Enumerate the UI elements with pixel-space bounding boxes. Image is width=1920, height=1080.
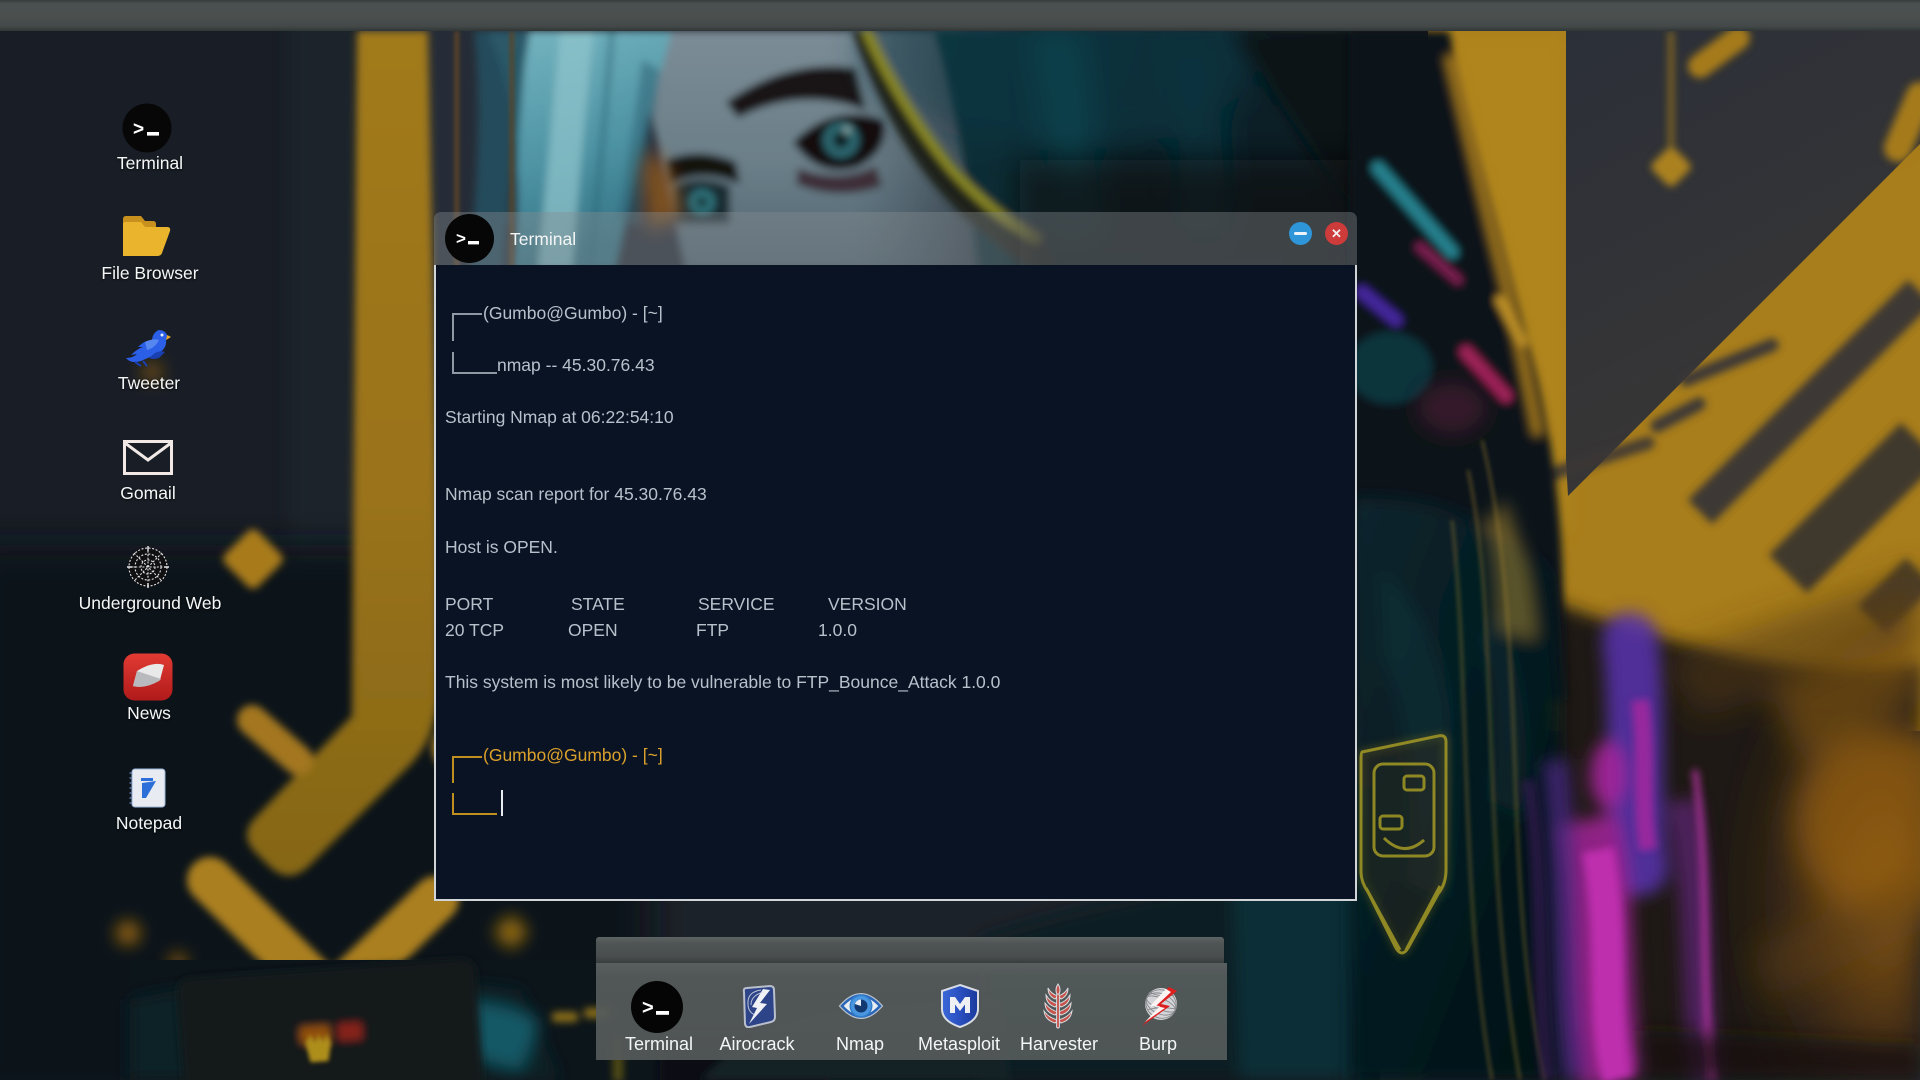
svg-text:>: > [456,229,466,248]
svg-text:>: > [133,119,144,140]
svg-text:>: > [642,997,654,1019]
